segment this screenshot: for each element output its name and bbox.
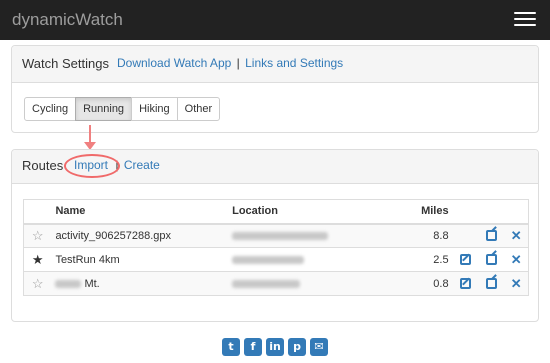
pinterest-icon[interactable]: p — [288, 338, 306, 356]
download-watch-app-link[interactable]: Download Watch App — [117, 56, 231, 70]
routes-heading: Routes Import | Create — [12, 150, 538, 184]
share-icon[interactable] — [486, 278, 497, 290]
location-redacted — [232, 255, 305, 264]
routes-panel: Routes Import | Create Name Location Mil… — [11, 149, 539, 322]
star-filled-icon[interactable]: ★ — [32, 252, 44, 267]
delete-icon[interactable]: ✕ — [511, 252, 522, 267]
social-share-bar: t f in p ✉ — [222, 338, 332, 356]
table-header-row: Name Location Miles — [23, 199, 529, 225]
separator: | — [236, 56, 240, 70]
annotation-arrow-icon — [84, 125, 96, 152]
column-header-miles: Miles — [382, 199, 453, 225]
routes-table: Name Location Miles ☆ activity_906257288… — [23, 199, 529, 296]
facebook-icon[interactable]: f — [244, 338, 262, 356]
route-name: Mt. — [84, 277, 100, 290]
tab-hiking[interactable]: Hiking — [131, 97, 178, 121]
route-miles: 0.8 — [382, 271, 453, 296]
watch-settings-title: Watch Settings — [22, 56, 109, 71]
watch-settings-panel: Watch Settings Download Watch App | Link… — [11, 45, 539, 133]
twitter-icon[interactable]: t — [222, 338, 240, 356]
route-miles: 2.5 — [382, 247, 453, 272]
delete-icon[interactable]: ✕ — [511, 228, 522, 243]
menu-toggle-icon[interactable] — [514, 12, 536, 28]
share-icon[interactable] — [486, 230, 497, 242]
location-redacted — [232, 231, 329, 240]
delete-icon[interactable]: ✕ — [511, 276, 522, 291]
column-header-location: Location — [228, 199, 383, 225]
watch-settings-heading: Watch Settings Download Watch App | Link… — [12, 46, 538, 83]
create-link[interactable]: Create — [124, 158, 160, 172]
location-redacted — [232, 279, 301, 288]
star-empty-icon[interactable]: ☆ — [32, 276, 44, 291]
tab-cycling[interactable]: Cycling — [24, 97, 77, 121]
column-header-name: Name — [51, 199, 229, 225]
edit-icon[interactable] — [460, 254, 472, 266]
route-name[interactable]: activity_906257288.gpx — [51, 223, 229, 248]
star-empty-icon[interactable]: ☆ — [32, 228, 44, 243]
table-row: ☆ activity_906257288.gpx 8.8 ✕ — [23, 223, 529, 248]
tab-other[interactable]: Other — [176, 97, 221, 121]
linkedin-icon[interactable]: in — [266, 338, 284, 356]
table-row: ☆ Mt. 0.8 ✕ — [23, 271, 529, 296]
links-and-settings-link[interactable]: Links and Settings — [245, 56, 343, 70]
navbar: dynamicWatch — [0, 0, 550, 40]
name-redacted — [55, 279, 82, 288]
edit-icon[interactable] — [460, 278, 472, 290]
email-icon[interactable]: ✉ — [310, 338, 328, 356]
brand-logo[interactable]: dynamicWatch — [12, 10, 123, 30]
route-name[interactable]: TestRun 4km — [51, 247, 229, 272]
annotation-circle — [64, 154, 120, 178]
tab-running[interactable]: Running — [75, 97, 133, 121]
routes-title: Routes — [22, 158, 64, 173]
activity-tabs: Cycling Running Hiking Other — [24, 97, 221, 121]
table-row: ★ TestRun 4km 2.5 ✕ — [23, 247, 529, 272]
route-miles: 8.8 — [382, 223, 453, 248]
share-icon[interactable] — [486, 254, 497, 266]
